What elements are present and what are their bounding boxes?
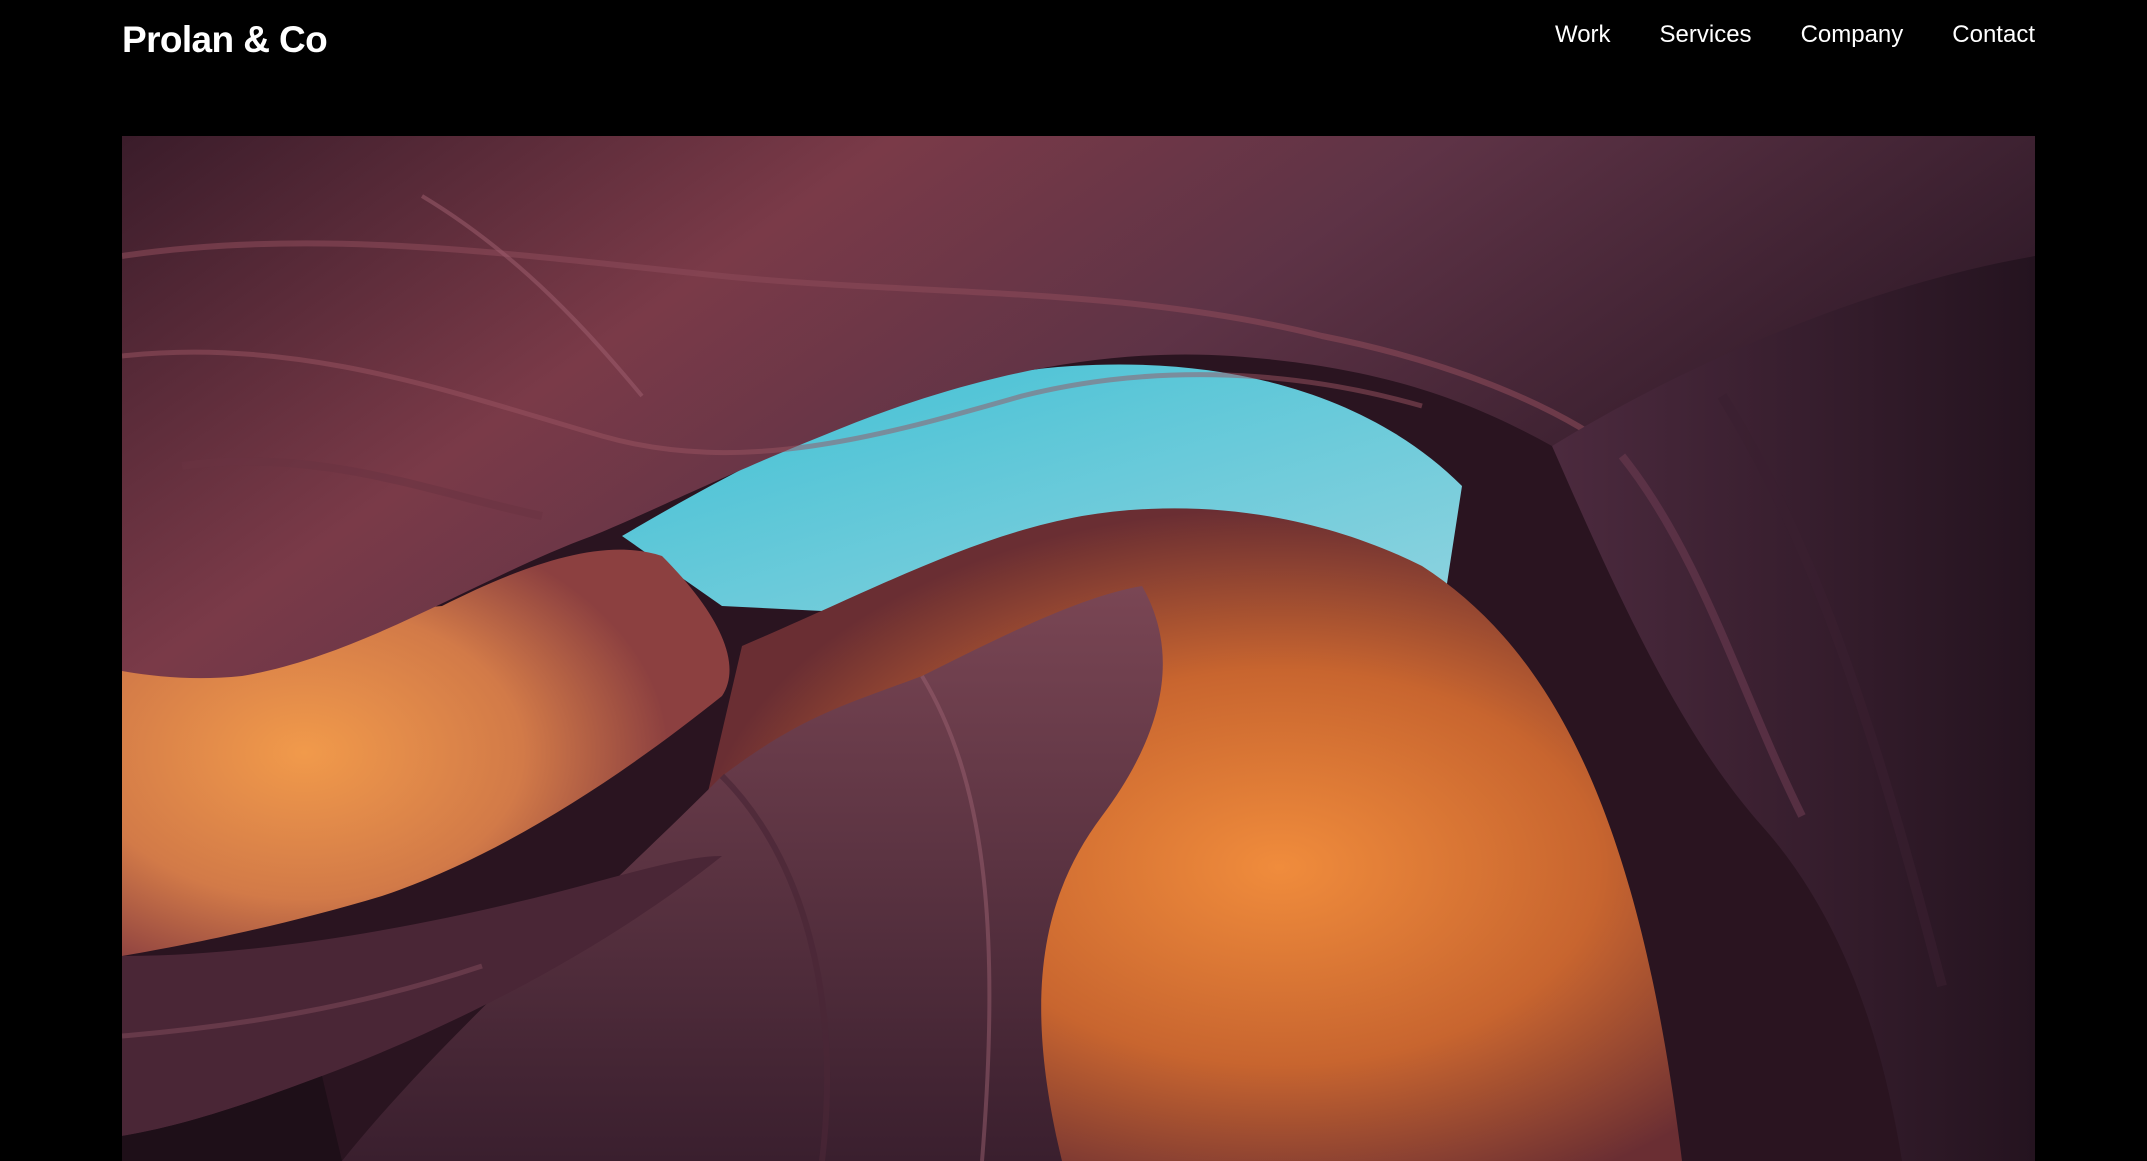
nav-link-contact[interactable]: Contact <box>1952 18 2035 52</box>
hero-image <box>122 136 2035 1161</box>
main-nav: Work Services Company Contact <box>1555 18 2035 52</box>
nav-link-company[interactable]: Company <box>1801 18 1904 52</box>
nav-link-work[interactable]: Work <box>1555 18 1611 52</box>
brand-logo[interactable]: Prolan & Co <box>122 16 328 64</box>
nav-link-services[interactable]: Services <box>1660 18 1752 52</box>
canyon-illustration <box>122 136 2035 1161</box>
site-header: Prolan & Co Work Services Company Contac… <box>0 0 2147 136</box>
